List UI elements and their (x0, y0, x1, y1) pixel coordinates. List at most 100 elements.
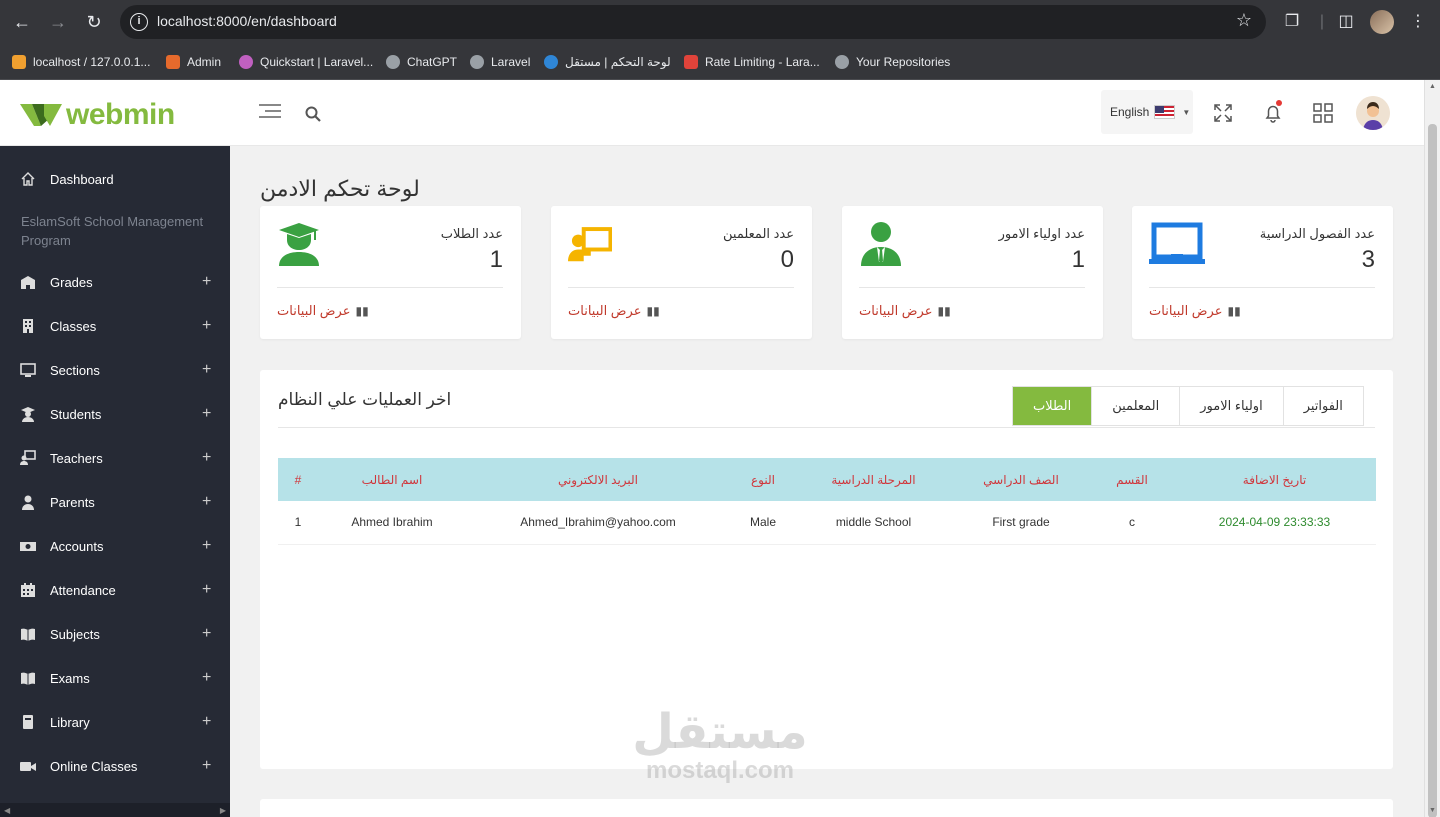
bookmark-star-icon[interactable]: ☆ (1236, 10, 1252, 31)
tab-teachers[interactable]: المعلمين (1091, 387, 1179, 425)
bookmark-favicon-icon (386, 55, 400, 69)
extensions-icon[interactable]: ❐ (1280, 10, 1304, 34)
sidebar-item-students[interactable]: Students + (0, 396, 230, 432)
expand-plus-icon[interactable]: + (202, 405, 211, 423)
view-data-link[interactable]: ▮▮ عرض البيانات (568, 303, 660, 319)
page-scrollbar[interactable]: ▲ ▼ (1424, 80, 1440, 817)
sidebar-item-label: Teachers (50, 450, 103, 466)
expand-plus-icon[interactable]: + (202, 361, 211, 379)
url-text[interactable]: localhost:8000/en/dashboard (157, 13, 337, 29)
bookmark-label: Quickstart | Laravel... (260, 55, 374, 69)
caret-down-icon: ▼ (1182, 107, 1191, 117)
bookmark-item[interactable]: Your Repositories (835, 52, 950, 72)
sidebar-item-label: Classes (50, 318, 97, 334)
sidebar-item-sections[interactable]: Sections + (0, 352, 230, 388)
view-data-link[interactable]: ▮▮ عرض البيانات (277, 303, 369, 319)
bookmark-item[interactable]: Admin (166, 52, 221, 72)
sidebar-item-accounts[interactable]: Accounts + (0, 528, 230, 564)
menu-icon[interactable]: ⋮ (1406, 10, 1430, 34)
sidebar-item-label: Library (50, 714, 90, 730)
apps-grid-icon[interactable] (1312, 102, 1334, 124)
bookmark-item[interactable]: localhost / 127.0.0.1... (12, 52, 150, 72)
expand-plus-icon[interactable]: + (202, 317, 211, 335)
watermark-latin: mostaql.com (645, 757, 795, 784)
bookmark-item[interactable]: Laravel (470, 52, 530, 72)
language-selector[interactable]: English ▼ (1101, 90, 1193, 134)
stat-label: عدد المعلمين (723, 226, 794, 241)
scroll-left-icon[interactable]: ◀ (4, 806, 10, 815)
browser-toolbar: ← → ↻ i localhost:8000/en/dashboard ☆ ❐ … (0, 0, 1440, 44)
watermark-arabic: مستقل (632, 704, 808, 760)
sidebar-item-label: Students (50, 406, 102, 422)
graduate-icon (21, 407, 35, 422)
sidebar-item-attendance[interactable]: Attendance + (0, 572, 230, 608)
expand-plus-icon[interactable]: + (202, 537, 211, 555)
sidebar-item-teachers[interactable]: Teachers + (0, 440, 230, 476)
us-flag-icon (1154, 105, 1176, 119)
column-header: تاريخ الاضافة (1173, 458, 1376, 501)
video-icon (20, 762, 36, 771)
bookmark-favicon-icon (470, 55, 484, 69)
address-bar[interactable]: i localhost:8000/en/dashboard ☆ (120, 5, 1266, 39)
binoculars-icon: ▮▮ (1227, 304, 1241, 318)
sidebar-item-grades[interactable]: Grades + (0, 264, 230, 300)
bookmark-favicon-icon (544, 55, 558, 69)
tab-students[interactable]: الطلاب (1013, 387, 1092, 425)
table-cell: middle School (796, 501, 951, 545)
expand-plus-icon[interactable]: + (202, 625, 211, 643)
view-data-link[interactable]: ▮▮ عرض البيانات (1149, 303, 1241, 319)
menu-toggle-icon[interactable] (259, 104, 281, 120)
forward-icon[interactable]: → (44, 8, 72, 36)
bookmark-item[interactable]: Rate Limiting - Lara... (684, 52, 820, 72)
home-icon (21, 172, 35, 186)
sidebar-item-subjects[interactable]: Subjects + (0, 616, 230, 652)
bookmark-item[interactable]: لوحة التحكم | مستقل (544, 52, 671, 72)
scroll-up-icon[interactable]: ▲ (1429, 83, 1436, 90)
sidebar-scrollbar[interactable]: ◀ ▶ (0, 803, 230, 817)
stat-label: عدد اولياء الامور (998, 226, 1085, 241)
user-avatar-icon (1356, 96, 1390, 130)
tab-invoices[interactable]: الفواتير (1282, 387, 1363, 425)
scrollbar-thumb[interactable] (1428, 124, 1437, 817)
bookmark-item[interactable]: ChatGPT (386, 52, 457, 72)
sidebar-section-heading: EslamSoft School Management Program (21, 214, 204, 248)
search-icon[interactable] (305, 106, 321, 122)
site-info-icon[interactable]: i (130, 13, 148, 31)
view-data-link[interactable]: ▮▮ عرض البيانات (859, 303, 951, 319)
expand-plus-icon[interactable]: + (202, 581, 211, 599)
teacher-board-icon (568, 227, 612, 262)
expand-plus-icon[interactable]: + (202, 669, 211, 687)
bookmark-item[interactable]: Quickstart | Laravel... (239, 52, 373, 72)
expand-plus-icon[interactable]: + (202, 713, 211, 731)
expand-plus-icon[interactable]: + (202, 273, 211, 291)
sidebar-item-online-classes[interactable]: Online Classes + (0, 748, 230, 784)
table-row: 1 Ahmed Ibrahim Ahmed_Ibrahim@yahoo.com … (278, 501, 1376, 545)
panel-title: اخر العمليات علي النظام (278, 390, 452, 409)
divider (278, 427, 1375, 428)
sidebar-item-exams[interactable]: Exams + (0, 660, 230, 696)
tab-parents[interactable]: اولياء الامور (1179, 387, 1282, 425)
expand-plus-icon[interactable]: + (202, 449, 211, 467)
bookmark-label: Your Repositories (856, 55, 951, 69)
reload-icon[interactable]: ↻ (80, 8, 108, 36)
book-icon (23, 715, 33, 729)
expand-plus-icon[interactable]: + (202, 757, 211, 775)
fullscreen-icon[interactable] (1212, 102, 1234, 124)
page-title: لوحة تحكم الادمن (260, 176, 420, 201)
scroll-right-icon[interactable]: ▶ (220, 806, 226, 815)
user-avatar[interactable] (1356, 96, 1390, 130)
sidebar-item-dashboard[interactable]: Dashboard (0, 161, 230, 197)
sidebar-item-library[interactable]: Library + (0, 704, 230, 740)
sidebar-item-label: Dashboard (50, 171, 114, 187)
sidebar-item-parents[interactable]: Parents + (0, 484, 230, 520)
stat-value: 1 (1071, 246, 1085, 273)
scroll-down-icon[interactable]: ▼ (1429, 807, 1436, 814)
back-icon[interactable]: ← (8, 8, 36, 36)
logo[interactable]: webmin (20, 100, 175, 130)
sidebar-item-classes[interactable]: Classes + (0, 308, 230, 344)
parent-icon (861, 222, 901, 266)
expand-plus-icon[interactable]: + (202, 493, 211, 511)
side-panel-icon[interactable]: ◫ (1334, 10, 1358, 34)
profile-avatar[interactable] (1370, 10, 1394, 34)
sidebar-item-label: Exams (50, 670, 90, 686)
